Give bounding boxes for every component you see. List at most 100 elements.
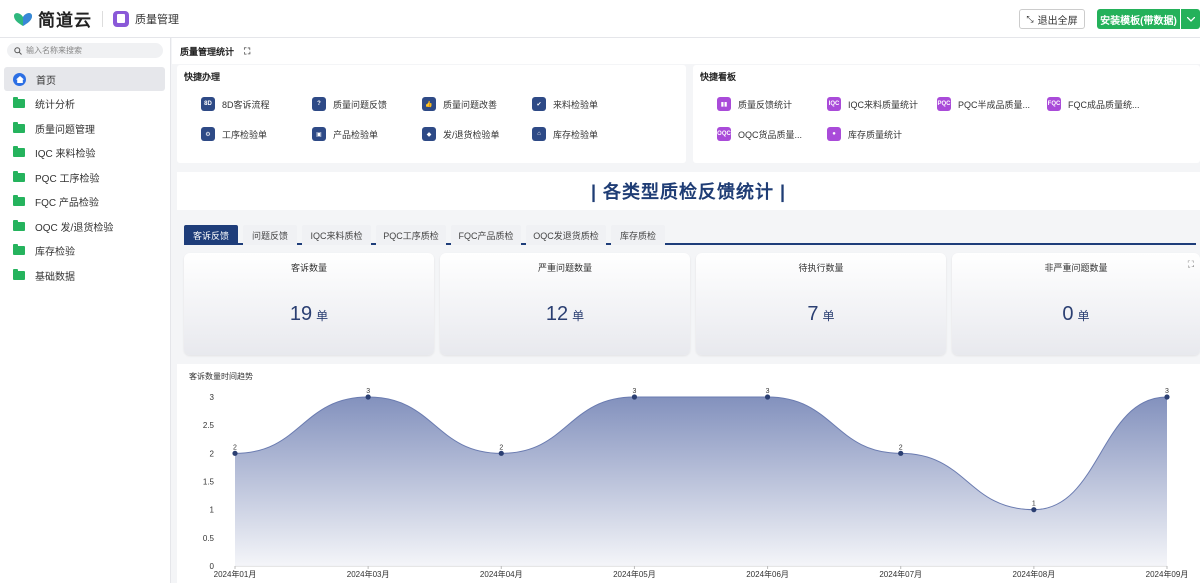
sidebar-item-quality-issues[interactable]: 质量问题管理	[4, 116, 165, 140]
quick-action-shipping[interactable]: ◆ 发/退货检验单	[422, 127, 500, 141]
quick-action-label: 库存检验单	[553, 129, 599, 140]
tab-issue[interactable]: 问题反馈	[243, 225, 297, 245]
folder-icon	[13, 145, 25, 157]
oqc-icon: OQC	[717, 127, 731, 141]
app-name[interactable]: 质量管理	[135, 11, 179, 27]
quick-action-product[interactable]: ▣ 产品检验单	[312, 127, 378, 141]
quick-action-issue-improve[interactable]: 👍 质量问题改善	[422, 97, 497, 111]
data-label: 1	[1032, 501, 1036, 508]
quick-board-label: 质量反馈统计	[738, 99, 793, 110]
sidebar-search[interactable]	[7, 43, 163, 58]
x-tick-label: 2024年07月	[879, 569, 922, 579]
data-label: 3	[632, 388, 636, 395]
sidebar-item-label: 统计分析	[35, 99, 75, 111]
tab-pqc[interactable]: PQC工序质检	[376, 225, 446, 245]
sidebar-item-label: PQC 工序检验	[35, 173, 100, 185]
data-label: 3	[766, 388, 770, 395]
sidebar-item-label: 库存检验	[35, 246, 75, 258]
8d-icon: 8D	[201, 97, 215, 111]
tab-fqc[interactable]: FQC产品质检	[451, 225, 521, 245]
sidebar-item-statistics[interactable]: 统计分析	[4, 91, 165, 115]
kpi-value: 0	[1062, 303, 1074, 325]
shield-check-icon: ✔	[532, 97, 546, 111]
quick-board-label: OQC货品质量...	[738, 129, 803, 140]
quick-action-issue-feedback[interactable]: ? 质量问题反馈	[312, 97, 387, 111]
kpi-complaint-count: 客诉数量 19 单	[184, 253, 434, 355]
sidebar-item-label: 基础数据	[35, 271, 75, 283]
y-tick-label: 3	[210, 393, 215, 402]
quick-board-inventory[interactable]: ● 库存质量统计	[827, 127, 902, 141]
sidebar-item-fqc[interactable]: FQC 产品检验	[4, 189, 165, 213]
quick-board-label: PQC半成品质量...	[958, 99, 1031, 110]
sidebar-item-oqc[interactable]: OQC 发/退货检验	[4, 214, 165, 238]
sidebar-item-pqc[interactable]: PQC 工序检验	[4, 165, 165, 189]
x-tick-label: 2024年06月	[746, 569, 789, 579]
quick-action-label: 产品检验单	[333, 129, 379, 140]
tab-inventory[interactable]: 库存质检	[611, 225, 665, 245]
kpi-value: 7	[807, 303, 819, 325]
folder-icon	[13, 219, 25, 231]
bar-chart-icon: ▮▮	[717, 97, 731, 111]
quick-action-label: 工序检验单	[222, 129, 268, 140]
quick-board-label: IQC来料质量统计	[848, 99, 919, 110]
shield-icon: ◆	[422, 127, 436, 141]
brand-logo[interactable]: 简道云	[12, 6, 92, 31]
quick-board-pqc[interactable]: PQC PQC半成品质量...	[937, 97, 1030, 111]
x-tick-label: 2024年05月	[613, 569, 656, 579]
install-dropdown-button[interactable]	[1181, 9, 1200, 29]
search-icon	[14, 46, 22, 55]
quick-board-label: FQC成品质量统...	[1068, 99, 1140, 110]
quick-action-label: 来料检验单	[553, 99, 599, 110]
kpi-label: 待执行数量	[798, 263, 844, 273]
quick-action-inventory[interactable]: ⌂ 库存检验单	[532, 127, 598, 141]
quick-actions-title: 快捷办理	[184, 72, 221, 82]
tab-complaint[interactable]: 客诉反馈	[184, 225, 238, 245]
quick-action-incoming[interactable]: ✔ 来料检验单	[532, 97, 598, 111]
y-tick-label: 1.5	[203, 478, 215, 487]
dashboard-titlebar: 质量管理统计 ⛶	[172, 38, 1200, 64]
sidebar-item-label: OQC 发/退货检验	[35, 222, 114, 234]
sidebar-item-iqc[interactable]: IQC 来料检验	[4, 140, 165, 164]
x-tick-label: 2024年09月	[1146, 569, 1189, 579]
sidebar-item-inventory[interactable]: 库存检验	[4, 238, 165, 262]
expand-icon[interactable]: ⛶	[1188, 259, 1194, 270]
data-point	[498, 450, 504, 456]
iqc-icon: IQC	[827, 97, 841, 111]
x-tick-label: 2024年01月	[214, 569, 257, 579]
quick-action-process[interactable]: ⚙ 工序检验单	[201, 127, 267, 141]
tab-iqc[interactable]: IQC来料质检	[302, 225, 371, 245]
y-tick-label: 2	[210, 449, 215, 458]
x-tick-label: 2024年04月	[480, 569, 523, 579]
chevron-down-icon	[1186, 16, 1195, 22]
pqc-icon: PQC	[937, 97, 951, 111]
kpi-label: 非严重问题数量	[1044, 263, 1108, 273]
quick-boards-card: 快捷看板 ▮▮ 质量反馈统计 IQC IQC来料质量统计 PQC PQC半成品质…	[693, 65, 1200, 163]
sidebar-item-home[interactable]: 首页	[4, 67, 165, 91]
page-title: 质量管理统计	[180, 46, 235, 57]
quick-board-feedback-stats[interactable]: ▮▮ 质量反馈统计	[717, 97, 792, 111]
install-template-button[interactable]: 安装模板(带数据)	[1097, 9, 1180, 29]
kpi-unit: 单	[1077, 309, 1090, 323]
y-tick-label: 0.5	[203, 534, 215, 543]
quick-board-iqc[interactable]: IQC IQC来料质量统计	[827, 97, 918, 111]
quick-board-fqc[interactable]: FQC FQC成品质量统...	[1047, 97, 1140, 111]
x-tick-label: 2024年03月	[347, 569, 390, 579]
sidebar-item-base-data[interactable]: 基础数据	[4, 263, 165, 287]
sidebar-item-label: 质量问题管理	[35, 124, 95, 136]
search-input[interactable]	[26, 46, 156, 55]
kpi-unit: 单	[316, 309, 329, 323]
kpi-value: 19	[289, 303, 313, 325]
tab-oqc[interactable]: OQC发退货质检	[526, 225, 606, 245]
quick-board-oqc[interactable]: OQC OQC货品质量...	[717, 127, 802, 141]
quick-action-8d[interactable]: 8D 8D客诉流程	[201, 97, 270, 111]
y-tick-label: 1	[210, 506, 215, 515]
kpi-non-severe-count: 非严重问题数量 ⛶ 0单	[952, 253, 1200, 355]
header-divider	[102, 10, 103, 27]
data-point	[764, 394, 771, 400]
quick-boards-title: 快捷看板	[700, 72, 737, 82]
data-point	[1164, 394, 1170, 400]
fullscreen-icon[interactable]: ⛶	[244, 46, 250, 57]
exit-fullscreen-button[interactable]: ⤡ 退出全屏	[1019, 9, 1085, 29]
app-icon	[113, 10, 129, 27]
data-label: 3	[366, 388, 370, 395]
